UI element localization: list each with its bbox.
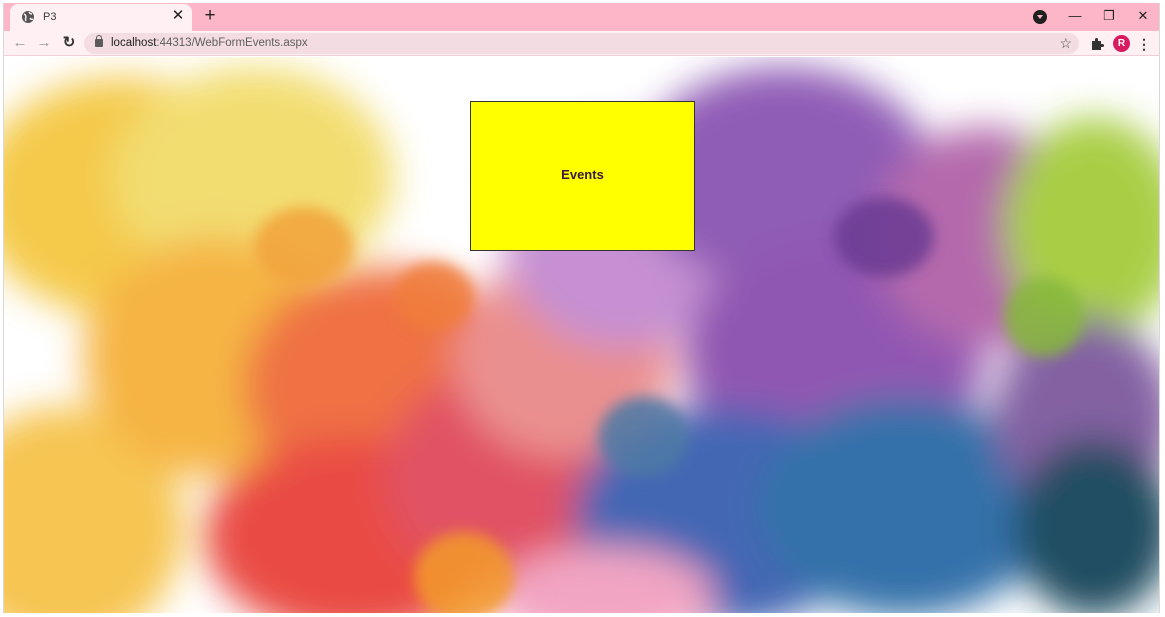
- minimize-icon[interactable]: —: [1060, 5, 1090, 27]
- restore-icon[interactable]: ❐: [1094, 5, 1124, 27]
- chevron-down-icon[interactable]: [1033, 10, 1047, 24]
- forward-arrow-icon[interactable]: →: [35, 34, 53, 52]
- reload-icon[interactable]: ↻: [60, 34, 78, 52]
- profile-avatar[interactable]: R: [1113, 35, 1130, 52]
- url-path: :44313/WebFormEvents.aspx: [156, 37, 308, 49]
- tab-strip: P3 ✕ + — ❐ ✕: [4, 3, 1159, 31]
- plus-icon[interactable]: +: [200, 6, 220, 26]
- url-host: localhost: [111, 37, 157, 49]
- puzzle-icon[interactable]: [1089, 36, 1105, 52]
- page-viewport: Events: [4, 57, 1159, 613]
- events-button-label: Events: [561, 166, 604, 182]
- star-icon[interactable]: ☆: [1059, 35, 1072, 51]
- close-icon[interactable]: ✕: [170, 8, 186, 24]
- browser-window: P3 ✕ + — ❐ ✕ ← → ↻ localhost:44313/WebFo…: [3, 3, 1160, 613]
- toolbar: ← → ↻ localhost:44313/WebFormEvents.aspx…: [4, 31, 1159, 56]
- kebab-menu-icon[interactable]: ⋮: [1137, 35, 1151, 53]
- globe-icon: [22, 11, 34, 23]
- window-close-icon[interactable]: ✕: [1128, 5, 1158, 27]
- browser-tab[interactable]: P3 ✕: [10, 4, 192, 31]
- tab-title: P3: [43, 11, 57, 23]
- address-bar[interactable]: localhost:44313/WebFormEvents.aspx ☆: [84, 33, 1079, 54]
- url-text[interactable]: localhost:44313/WebFormEvents.aspx: [111, 37, 308, 49]
- lock-icon[interactable]: [95, 35, 103, 47]
- events-button[interactable]: Events: [470, 101, 695, 251]
- back-arrow-icon[interactable]: ←: [11, 34, 29, 52]
